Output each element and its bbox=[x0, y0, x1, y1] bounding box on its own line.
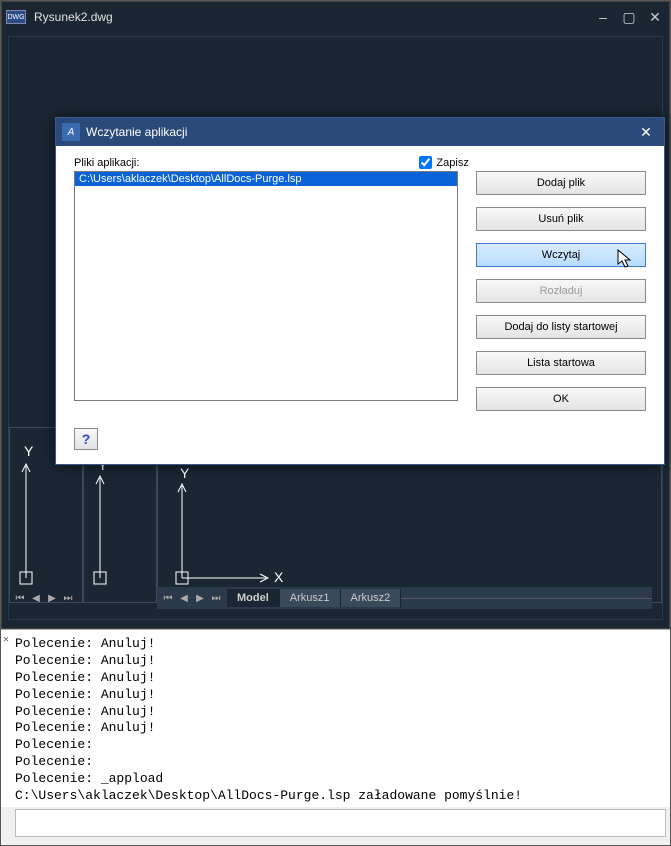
dialog-close-button[interactable]: ✕ bbox=[634, 122, 658, 142]
load-application-dialog: A Wczytanie aplikacji ✕ Pliki aplikacji:… bbox=[55, 117, 665, 465]
log-line: Polecenie: Anuluj! bbox=[15, 670, 666, 687]
minimize-button[interactable]: – bbox=[593, 7, 613, 27]
nav-last-icon[interactable]: ⏭ bbox=[61, 591, 75, 605]
command-log: ✕ Polecenie: Anuluj! Polecenie: Anuluj! … bbox=[1, 629, 670, 807]
dialog-title: Wczytanie aplikacji bbox=[86, 125, 634, 139]
log-line: C:\Users\aklaczek\Desktop\AllDocs-Purge.… bbox=[15, 788, 666, 805]
log-close-icon[interactable]: ✕ bbox=[3, 634, 9, 647]
remove-file-button[interactable]: Usuń plik bbox=[476, 207, 646, 231]
files-label: Pliki aplikacji: bbox=[74, 157, 139, 169]
tab-model[interactable]: Model bbox=[227, 589, 280, 607]
main-window: DWG Rysunek2.dwg – ▢ ✕ 1 Y bbox=[1, 1, 670, 629]
load-button[interactable]: Wczytaj bbox=[476, 243, 646, 267]
nav-prev-icon[interactable]: ◀ bbox=[177, 591, 191, 605]
layout-tabs: ⏮ ◀ ▶ ⏭ Model Arkusz1 Arkusz2 bbox=[157, 587, 652, 609]
cursor-icon bbox=[617, 249, 635, 271]
ok-button[interactable]: OK bbox=[476, 387, 646, 411]
tab-sheet1[interactable]: Arkusz1 bbox=[280, 589, 341, 607]
nav-first-icon[interactable]: ⏮ bbox=[13, 591, 27, 605]
maximize-button[interactable]: ▢ bbox=[619, 7, 639, 27]
titlebar: DWG Rysunek2.dwg – ▢ ✕ bbox=[2, 2, 669, 32]
add-startup-button[interactable]: Dodaj do listy startowej bbox=[476, 315, 646, 339]
save-checkbox[interactable] bbox=[419, 156, 432, 169]
drawing-area: Y Y Y X bbox=[8, 36, 663, 620]
startup-list-button[interactable]: Lista startowa bbox=[476, 351, 646, 375]
log-line: Polecenie: Anuluj! bbox=[15, 636, 666, 653]
window-title: Rysunek2.dwg bbox=[34, 10, 593, 24]
svg-text:Y: Y bbox=[24, 443, 34, 459]
save-checkbox-label: Zapisz bbox=[436, 157, 468, 169]
nav-last-icon[interactable]: ⏭ bbox=[209, 591, 223, 605]
dialog-icon: A bbox=[62, 123, 80, 141]
svg-text:Y: Y bbox=[180, 465, 190, 481]
log-line: Polecenie: bbox=[15, 737, 666, 754]
close-button[interactable]: ✕ bbox=[645, 7, 665, 27]
log-line: Polecenie: Anuluj! bbox=[15, 687, 666, 704]
log-line: Polecenie: Anuluj! bbox=[15, 704, 666, 721]
help-button[interactable]: ? bbox=[74, 428, 98, 450]
app-icon: DWG bbox=[6, 10, 26, 24]
log-line: Polecenie: _appload bbox=[15, 771, 666, 788]
command-input[interactable] bbox=[15, 809, 666, 837]
list-item[interactable]: C:\Users\aklaczek\Desktop\AllDocs-Purge.… bbox=[75, 172, 457, 186]
nav-first-icon[interactable]: ⏮ bbox=[161, 591, 175, 605]
add-file-button[interactable]: Dodaj plik bbox=[476, 171, 646, 195]
unload-button: Rozładuj bbox=[476, 279, 646, 303]
log-line: Polecenie: Anuluj! bbox=[15, 653, 666, 670]
files-listbox[interactable]: C:\Users\aklaczek\Desktop\AllDocs-Purge.… bbox=[74, 171, 458, 401]
nav-next-icon[interactable]: ▶ bbox=[45, 591, 59, 605]
nav-prev-icon[interactable]: ◀ bbox=[29, 591, 43, 605]
log-line: Polecenie: bbox=[15, 754, 666, 771]
log-line: Polecenie: Anuluj! bbox=[15, 720, 666, 737]
dialog-titlebar: A Wczytanie aplikacji ✕ bbox=[56, 118, 664, 146]
tab-sheet2[interactable]: Arkusz2 bbox=[341, 589, 402, 607]
svg-text:X: X bbox=[274, 569, 284, 585]
nav-next-icon[interactable]: ▶ bbox=[193, 591, 207, 605]
